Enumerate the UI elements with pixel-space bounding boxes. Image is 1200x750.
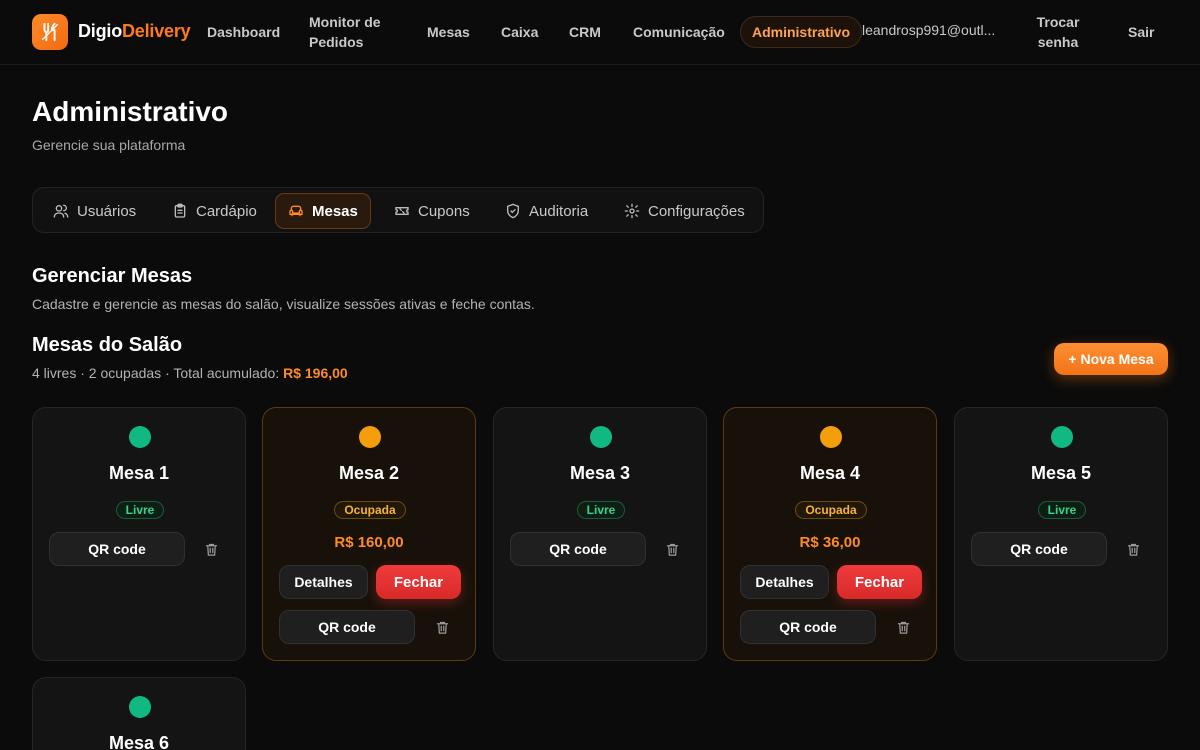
close-bill-button[interactable]: Fechar [837,565,922,599]
tab-usuarios[interactable]: Usuários [41,193,148,229]
shield-icon [507,203,519,219]
qr-code-button[interactable]: QR code [740,610,876,644]
table-name: Mesa 1 [108,463,170,483]
user-email: leandrosp991@outl... [862,22,996,38]
page-title: Administrativo [32,96,229,127]
salao-summary: 4 livres · 2 ocupadas · Total acumulado:… [32,365,348,381]
logout-button[interactable]: Sair [1128,22,1154,42]
tab-label: Cupons [418,202,470,220]
brand-name[interactable]: DigioDelivery [78,21,191,42]
qr-code-button[interactable]: QR code [510,532,646,566]
status-dot-busy [820,426,842,448]
nav-caixa[interactable]: Caixa [501,22,538,42]
table-name: Mesa 2 [338,463,400,483]
status-dot-busy [359,426,381,448]
tab-label: Mesas [312,202,358,220]
status-badge: Livre [577,501,625,519]
qr-code-button[interactable]: QR code [49,532,185,566]
tab-mesas[interactable]: Mesas [275,193,371,229]
logo-icon[interactable] [32,14,68,50]
trash-icon[interactable] [429,614,455,640]
change-password-button[interactable]: Trocar senha [1028,12,1088,52]
qr-code-button[interactable]: QR code [971,532,1107,566]
table-name: Mesa 4 [799,463,861,483]
table-card-4: Mesa 4 Ocupada R$ 36,00 Detalhes Fechar … [723,407,937,661]
status-badge: Ocupada [334,501,406,519]
table-card-5: Mesa 5 Livre QR code [954,407,1168,661]
status-dot-free [129,696,151,718]
table-card-3: Mesa 3 Livre QR code [493,407,707,661]
table-name: Mesa 3 [569,463,631,483]
tab-cupons[interactable]: Cupons [382,193,482,229]
brand-name-part1: Digio [78,21,122,41]
gear-icon [624,203,640,219]
nav-crm[interactable]: CRM [569,22,601,42]
details-button[interactable]: Detalhes [279,565,368,599]
sofa-icon [289,205,303,217]
details-button[interactable]: Detalhes [740,565,829,599]
nav-comunicacao[interactable]: Comunicação [633,22,725,42]
table-card-6: Mesa 6 [32,677,246,750]
users-icon [53,204,69,218]
salao-title: Mesas do Salão [32,334,183,356]
trash-icon[interactable] [1120,536,1146,562]
status-badge: Livre [1038,501,1086,519]
table-amount: R$ 160,00 [334,534,404,551]
tab-auditoria[interactable]: Auditoria [493,193,600,229]
status-badge: Ocupada [795,501,867,519]
clipboard-icon [174,203,186,218]
close-bill-button[interactable]: Fechar [376,565,461,599]
table-card-2: Mesa 2 Ocupada R$ 160,00 Detalhes Fechar… [262,407,476,661]
status-badge: Livre [116,501,164,519]
salao-total: R$ 196,00 [283,365,348,381]
nav-administrativo[interactable]: Administrativo [740,16,862,48]
tab-label: Auditoria [529,202,589,220]
section-title: Gerenciar Mesas [32,265,193,287]
nav-monitor-pedidos[interactable]: Monitor de Pedidos [309,12,399,52]
new-table-button[interactable]: + Nova Mesa [1054,343,1168,375]
status-dot-free [1051,426,1073,448]
trash-icon[interactable] [659,536,685,562]
table-card-1: Mesa 1 Livre QR code [32,407,246,661]
section-subtitle: Cadastre e gerencie as mesas do salão, v… [32,296,535,312]
status-dot-free [129,426,151,448]
tab-label: Usuários [77,202,137,220]
tab-label: Cardápio [196,202,257,220]
nav-mesas[interactable]: Mesas [427,22,470,42]
page-subtitle: Gerencie sua plataforma [32,137,186,153]
trash-icon[interactable] [198,536,224,562]
tab-cardapio[interactable]: Cardápio [160,193,269,229]
status-dot-free [590,426,612,448]
brand-name-part2: Delivery [122,21,191,41]
trash-icon[interactable] [890,614,916,640]
ticket-icon [395,207,409,215]
top-navbar: DigioDelivery Dashboard Monitor de Pedid… [0,0,1200,65]
salao-summary-text: 4 livres · 2 ocupadas · Total acumulado: [32,365,284,381]
table-amount: R$ 36,00 [799,534,861,551]
tab-configuracoes[interactable]: Configurações [612,193,757,229]
qr-code-button[interactable]: QR code [279,610,415,644]
tab-label: Configurações [648,202,745,220]
admin-tabs: Usuários Cardápio Mesas Cupons Auditoria… [32,187,764,233]
table-name: Mesa 6 [108,733,170,750]
table-name: Mesa 5 [1030,463,1092,483]
nav-dashboard[interactable]: Dashboard [207,22,280,42]
